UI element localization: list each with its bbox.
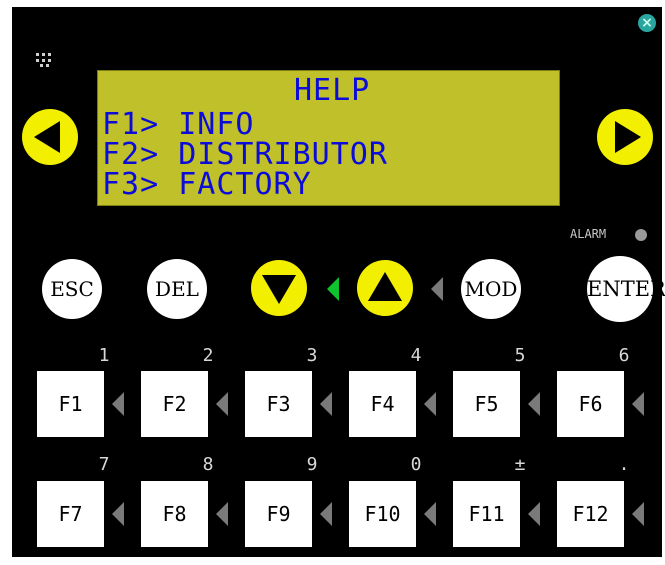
f8-key[interactable]: F8: [141, 481, 208, 547]
f12-key-number: .: [618, 454, 630, 475]
up-arrow-button[interactable]: [357, 260, 413, 316]
lcd-title: HELP: [294, 73, 371, 108]
alarm-led: [635, 229, 647, 241]
f1-indicator: [112, 392, 124, 416]
f2-key-number: 2: [202, 345, 214, 366]
f8-indicator: [216, 502, 228, 526]
f4-key[interactable]: F4: [349, 371, 416, 437]
lcd-right-arrow-button[interactable]: [597, 109, 653, 165]
f1-key[interactable]: F1: [37, 371, 104, 437]
f3-key[interactable]: F3: [245, 371, 312, 437]
f8-key-number: 8: [202, 454, 214, 475]
mod-button[interactable]: MOD: [461, 259, 521, 319]
f2-key[interactable]: F2: [141, 371, 208, 437]
f7-indicator: [112, 502, 124, 526]
f4-indicator: [424, 392, 436, 416]
network-icon: [36, 53, 51, 67]
f3-key-number: 3: [306, 345, 318, 366]
lcd-line-2: F2> DISTRIBUTOR: [102, 137, 388, 172]
f12-key[interactable]: F12: [557, 481, 624, 547]
f12-indicator: [632, 502, 644, 526]
left-arrow-icon: [34, 121, 60, 153]
esc-button[interactable]: ESC: [42, 259, 102, 319]
f11-key-number: ±: [514, 454, 526, 475]
f7-key-number: 7: [98, 454, 110, 475]
f1-key-number: 1: [98, 345, 110, 366]
f2-indicator: [216, 392, 228, 416]
del-button[interactable]: DEL: [147, 259, 207, 319]
right-arrow-icon: [615, 121, 641, 153]
f9-key[interactable]: F9: [245, 481, 312, 547]
f10-indicator: [424, 502, 436, 526]
f5-key[interactable]: F5: [453, 371, 520, 437]
f5-key-number: 5: [514, 345, 526, 366]
alarm-label: ALARM: [570, 227, 607, 241]
f11-key[interactable]: F11: [453, 481, 520, 547]
f4-key-number: 4: [410, 345, 422, 366]
lcd-line-3: F3> FACTORY: [102, 167, 312, 202]
up-arrow-indicator: [431, 277, 443, 301]
f3-indicator: [320, 392, 332, 416]
f10-key[interactable]: F10: [349, 481, 416, 547]
lcd-display: HELP F1> INFO F2> DISTRIBUTOR F3> FACTOR…: [97, 70, 560, 206]
close-icon[interactable]: ×: [638, 14, 656, 32]
f10-key-number: 0: [410, 454, 422, 475]
down-arrow-icon: [262, 275, 296, 304]
f6-indicator: [632, 392, 644, 416]
f9-key-number: 9: [306, 454, 318, 475]
f9-indicator: [320, 502, 332, 526]
f5-indicator: [528, 392, 540, 416]
enter-button[interactable]: ENTER: [587, 256, 665, 322]
lcd-line-1: F1> INFO: [102, 107, 255, 142]
f6-key[interactable]: F6: [557, 371, 624, 437]
f7-key[interactable]: F7: [37, 481, 104, 547]
f11-indicator: [528, 502, 540, 526]
up-arrow-icon: [368, 272, 402, 301]
down-arrow-button[interactable]: [251, 260, 307, 316]
down-arrow-indicator: [327, 277, 339, 301]
f6-key-number: 6: [618, 345, 630, 366]
lcd-left-arrow-button[interactable]: [22, 109, 78, 165]
